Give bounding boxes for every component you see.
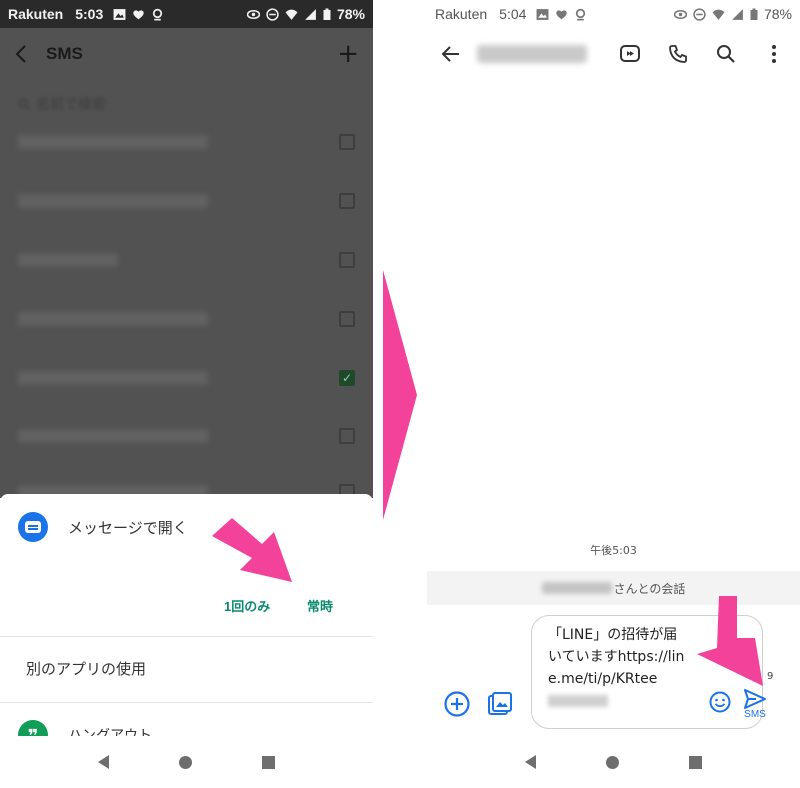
search-placeholder: 名前で検索 [36, 97, 106, 113]
checkbox[interactable] [339, 311, 355, 327]
battery-level: 78% [763, 6, 792, 22]
status-bar: Rakuten 5:04 78% [427, 0, 800, 28]
list-item[interactable]: ✓ [18, 366, 355, 390]
battery-icon [323, 8, 331, 20]
pointer-arrow-annotation [697, 596, 763, 686]
nav-recents-icon[interactable] [262, 755, 275, 769]
left-phone-screen: Rakuten 5:03 78% SMS + 名前で検索 ✓ メッセージで開く … [0, 0, 373, 788]
pointer-arrow-annotation [212, 518, 292, 582]
toolbar-actions [618, 42, 786, 66]
right-phone-screen: Rakuten 5:04 78% 午後5:03 さんとの会話 「LINE」の招待… [427, 0, 800, 788]
divider [0, 636, 373, 637]
message-timestamp: 午後5:03 [590, 544, 637, 557]
message-bubble-icon [18, 512, 48, 542]
checkbox[interactable] [339, 252, 355, 268]
navigation-bar [0, 736, 373, 788]
status-bar: Rakuten 5:03 78% [0, 0, 373, 28]
open-with-row: メッセージで開く [18, 512, 355, 542]
just-once-button[interactable]: 1回のみ [224, 596, 270, 615]
divider [0, 702, 373, 703]
emoji-icon [709, 691, 731, 713]
transition-arrow-annotation [383, 270, 417, 520]
heart-icon [133, 9, 144, 19]
system-icons: 78% [246, 6, 365, 22]
status-time: 5:03 [75, 6, 104, 22]
carrier-name: Rakuten [435, 6, 488, 22]
more-options-icon[interactable] [762, 42, 786, 66]
phone-call-icon[interactable] [666, 42, 690, 66]
nav-back-icon[interactable] [98, 755, 109, 769]
list-item[interactable] [18, 189, 355, 213]
system-icons: 78% [673, 6, 792, 22]
list-item[interactable] [18, 307, 355, 331]
gallery-icon [488, 692, 512, 715]
page-title: SMS [46, 44, 83, 63]
checkbox[interactable] [339, 428, 355, 444]
battery-icon [750, 8, 758, 20]
search-input[interactable]: 名前で検索 [18, 94, 106, 114]
location-icon [576, 8, 586, 20]
eye-icon [673, 9, 687, 19]
send-label: SMS [744, 709, 766, 720]
add-icon[interactable]: + [337, 39, 359, 69]
checkbox[interactable] [339, 134, 355, 150]
wifi-icon [285, 9, 298, 20]
status-time: 5:04 [499, 6, 527, 22]
carrier-name: Rakuten [8, 6, 64, 22]
plus-circle-icon [444, 691, 470, 717]
gallery-button[interactable] [486, 690, 514, 718]
message-draft-text: 「LINE」の招待が届いていますhttps://line.me/ti/p/KRt… [548, 627, 685, 687]
nav-back-icon[interactable] [525, 755, 536, 769]
open-with-label: メッセージで開く [68, 518, 188, 537]
navigation-bar [427, 736, 800, 788]
notice-text: さんとの会話 [613, 581, 686, 596]
wifi-icon [712, 9, 725, 20]
app-toolbar: SMS + [0, 28, 373, 80]
video-call-icon[interactable] [618, 42, 642, 66]
do-not-disturb-icon [693, 7, 706, 21]
notification-icons [536, 8, 587, 21]
back-icon[interactable] [14, 44, 28, 64]
nav-recents-icon[interactable] [689, 755, 702, 769]
list-item[interactable] [18, 424, 355, 448]
send-sms-button[interactable]: SMS [743, 688, 767, 720]
do-not-disturb-icon [266, 7, 279, 21]
location-icon [153, 8, 163, 20]
notification-icons [113, 8, 164, 21]
nav-home-icon[interactable] [179, 755, 192, 769]
dimmed-sms-app: SMS + 名前で検索 ✓ [0, 28, 373, 500]
eye-icon [246, 9, 260, 19]
image-icon [113, 8, 126, 20]
heart-icon [556, 9, 568, 19]
list-item[interactable] [18, 248, 355, 272]
signal-icon [305, 8, 316, 20]
add-attachment-button[interactable] [443, 690, 471, 718]
character-count: 9 [767, 671, 774, 682]
conversation-toolbar [427, 28, 800, 80]
nav-home-icon[interactable] [606, 755, 619, 769]
search-icon [18, 98, 30, 110]
search-icon[interactable] [714, 42, 738, 66]
redacted-text [548, 695, 608, 707]
checkbox-checked[interactable]: ✓ [339, 370, 355, 386]
list-item[interactable] [18, 130, 355, 154]
contact-name-redacted [541, 582, 612, 594]
image-icon [536, 8, 549, 20]
checkbox[interactable] [339, 193, 355, 209]
contact-name-redacted [477, 45, 587, 63]
use-other-app-label: 別のアプリの使用 [26, 660, 147, 678]
emoji-button[interactable] [708, 690, 732, 718]
send-icon [744, 689, 766, 709]
battery-level: 78% [336, 6, 365, 22]
back-arrow-icon[interactable] [441, 44, 461, 64]
always-button[interactable]: 常時 [307, 596, 333, 615]
signal-icon [732, 8, 743, 20]
